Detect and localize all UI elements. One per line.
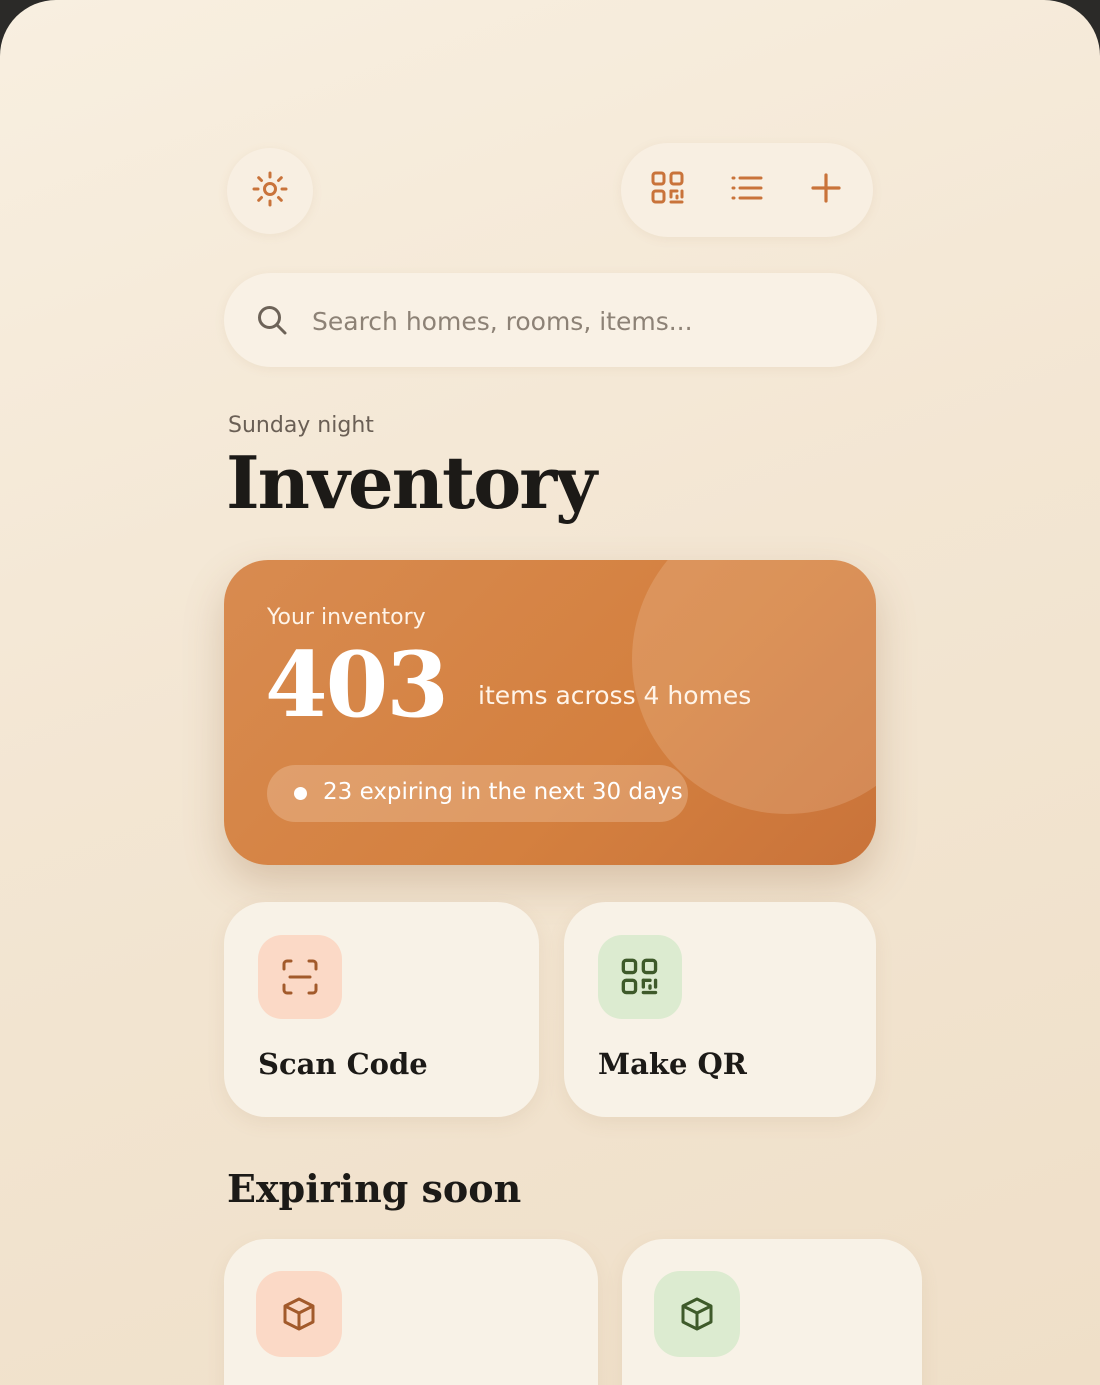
qr-grid-icon — [650, 170, 686, 210]
search-bar[interactable] — [224, 273, 877, 367]
add-button[interactable] — [801, 165, 851, 215]
expiring-note: 23 expiring in the next 30 days — [323, 779, 683, 805]
list-icon — [729, 170, 765, 210]
app-screen: Sunday night Inventory Your inventory 40… — [0, 0, 1100, 1385]
make-qr-button[interactable]: Make QR — [564, 902, 876, 1117]
box-icon — [654, 1271, 740, 1357]
expiring-item-card[interactable] — [224, 1239, 598, 1385]
search-input[interactable] — [310, 295, 834, 347]
plus-icon — [808, 170, 844, 210]
sun-icon — [250, 169, 290, 213]
inventory-summary-card[interactable]: Your inventory 403 items across 4 homes … — [224, 560, 876, 865]
page-title: Inventory — [226, 440, 597, 525]
summary-description: items across 4 homes — [478, 681, 752, 710]
expiring-item-card[interactable] — [622, 1239, 922, 1385]
list-view-button[interactable] — [722, 165, 772, 215]
scan-code-button[interactable]: Scan Code — [224, 902, 539, 1117]
grid-view-button[interactable] — [643, 165, 693, 215]
status-dot-icon — [294, 787, 307, 800]
view-toolbar — [621, 143, 873, 237]
greeting-subtitle: Sunday night — [228, 413, 374, 438]
expiring-pill[interactable]: 23 expiring in the next 30 days — [267, 765, 688, 822]
theme-toggle-button[interactable] — [227, 148, 313, 234]
make-qr-label: Make QR — [598, 1047, 747, 1081]
summary-label: Your inventory — [267, 605, 426, 630]
scan-code-label: Scan Code — [258, 1047, 428, 1081]
item-count: 403 — [265, 632, 449, 738]
scan-icon — [258, 935, 342, 1019]
box-icon — [256, 1271, 342, 1357]
qr-grid-icon — [598, 935, 682, 1019]
expiring-soon-heading: Expiring soon — [227, 1166, 522, 1211]
